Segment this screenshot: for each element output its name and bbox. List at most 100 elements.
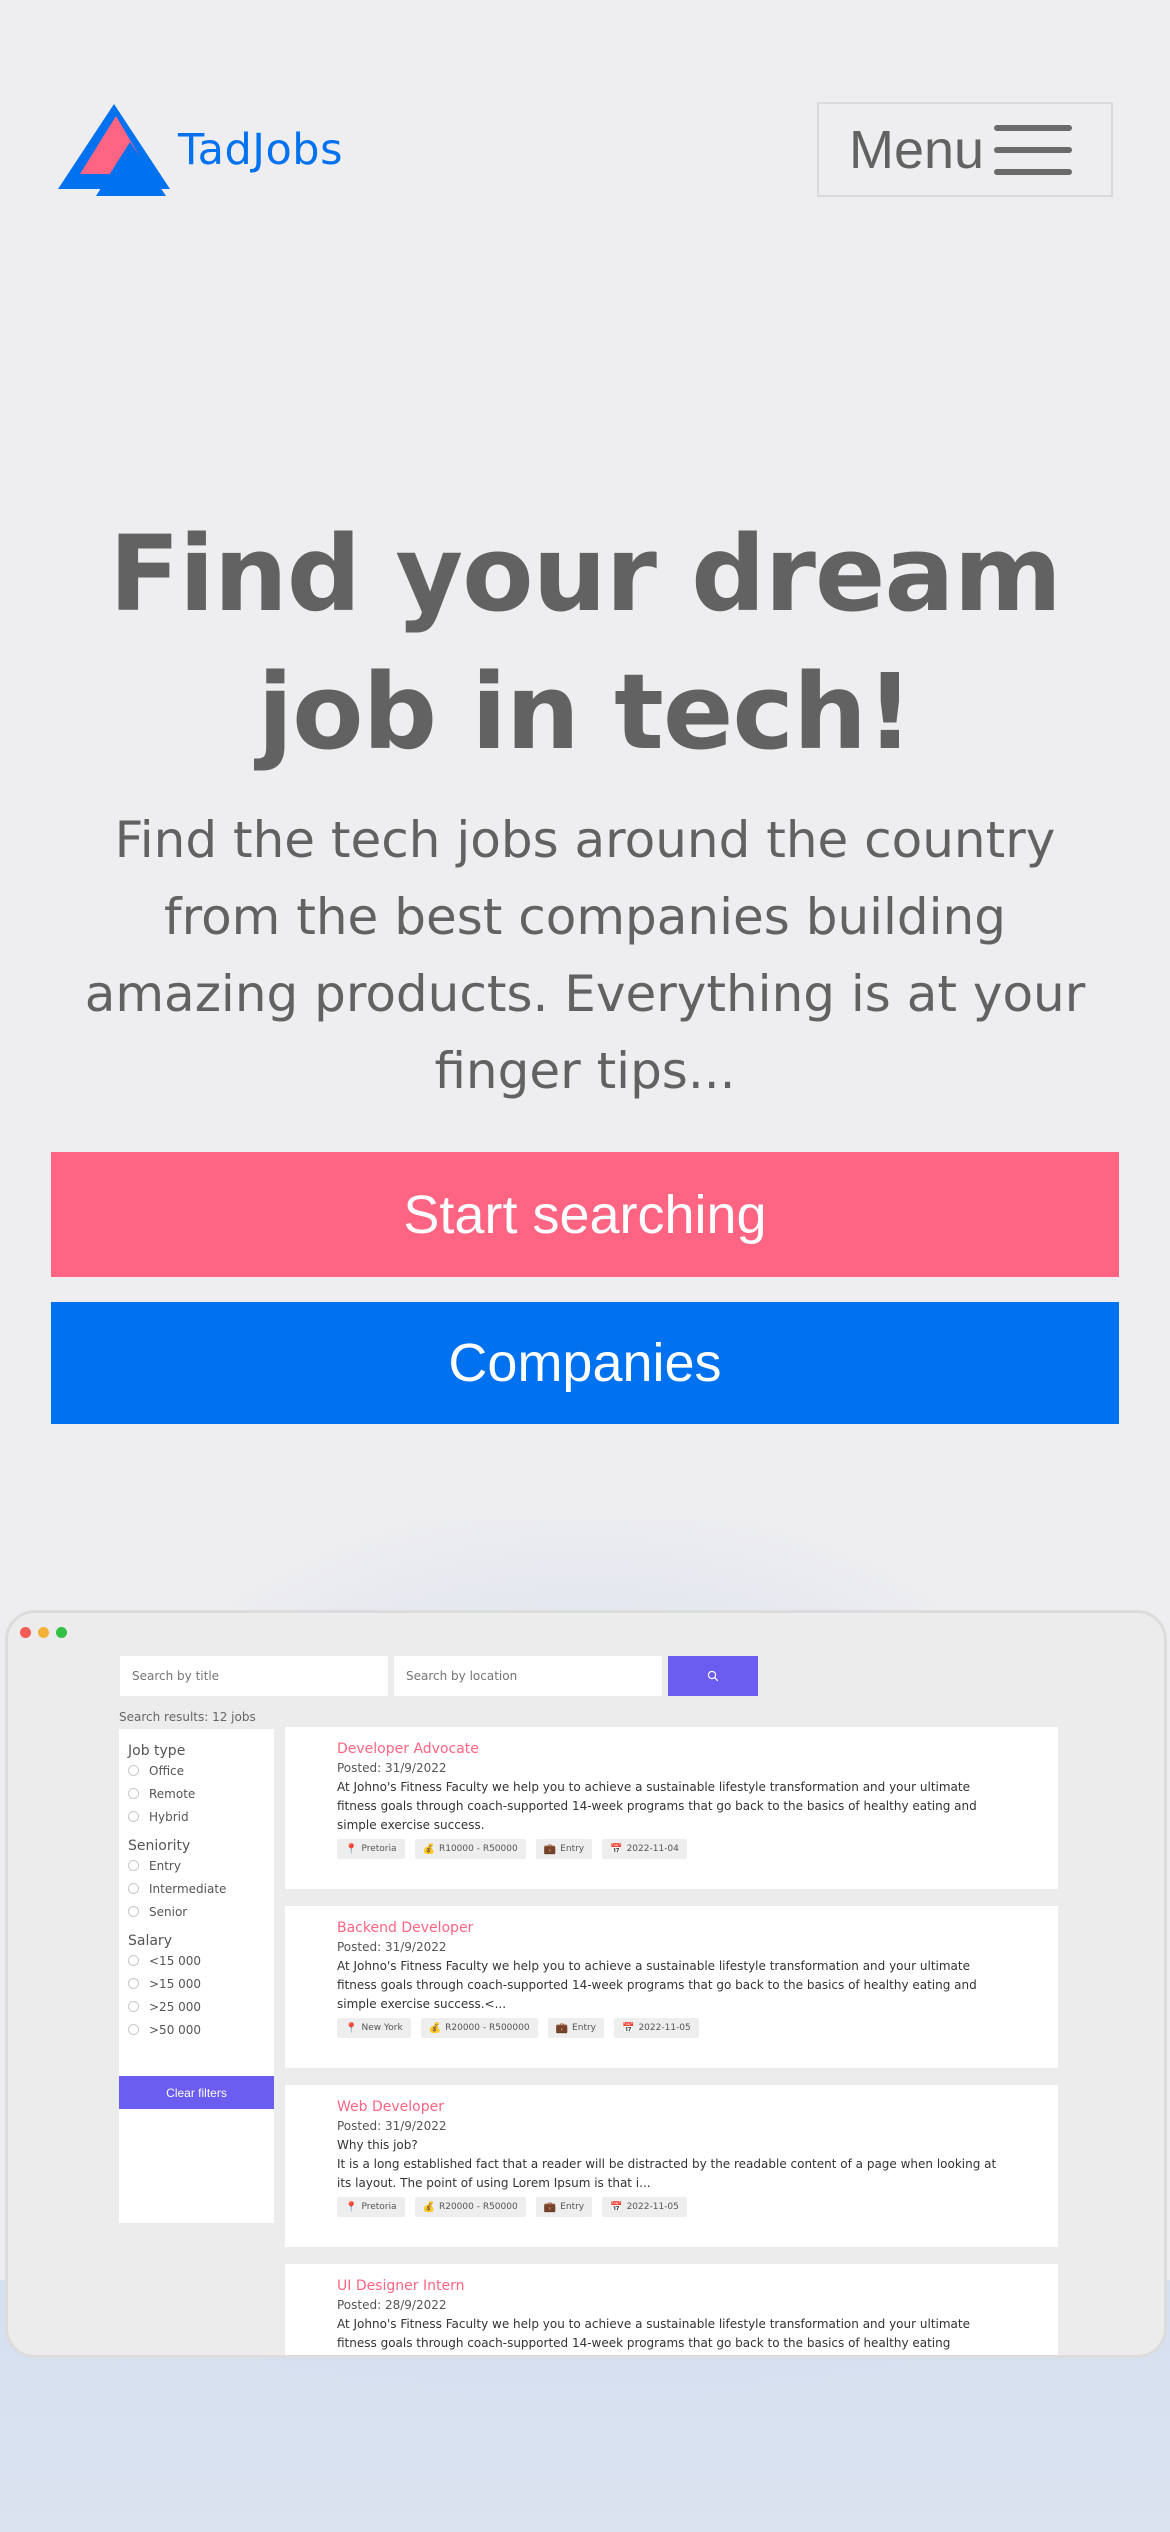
job-tags: 📍 Pretoria 💰 R10000 - R50000 💼 Entry 📅 2022-… [337,1839,1006,1859]
tag-text: R20000 - R50000 [438,2202,518,2212]
calendar-icon: 📅 [610,2201,623,2213]
search-button[interactable] [668,1656,758,1696]
filter-option-remote[interactable]: Remote [128,1782,265,1805]
results-count: Search results: 12 jobs [119,1710,256,1724]
job-description: At Johno's Fitness Faculty we help you t… [337,1780,977,1832]
job-description: At Johno's Fitness Faculty we help you t… [337,2317,970,2350]
companies-button[interactable]: Companies [51,1302,1119,1424]
money-bag-icon: 💰 [422,1843,435,1855]
job-title[interactable]: Backend Developer [337,1920,1006,1936]
filter-option-label: Hybrid [149,1809,189,1824]
close-dot-icon [20,1627,31,1638]
tag-text: R10000 - R50000 [438,1844,518,1854]
salary-tag: 💰 R20000 - R50000 [414,2197,526,2217]
job-posted-date: Posted: 28/9/2022 [337,2298,447,2312]
clear-filters-button[interactable]: Clear filters [119,2076,274,2109]
filter-option-label: Senior [149,1904,188,1919]
tag-text: R20000 - R500000 [445,2023,530,2033]
filter-option-label: >50 000 [149,2022,202,2037]
job-description-detail: It is a long established fact that a rea… [337,2157,997,2190]
calendar-icon: 📅 [622,2022,635,2034]
location-tag: 📍 Pretoria [337,2197,405,2217]
filter-option-entry[interactable]: Entry [128,1854,265,1877]
job-description: Why this job? [337,2138,418,2152]
salary-tag: 💰 R20000 - R500000 [420,2018,538,2038]
landing-page: TadJobs Menu Find your dream job in tech… [0,0,1170,2532]
radio-icon [128,1978,139,1989]
filter-option-label: <15 000 [149,1953,202,1968]
search-icon [707,1670,719,1682]
filter-option-label: Office [149,1763,185,1778]
job-card[interactable]: UI Designer Intern Posted: 28/9/2022 At … [285,2264,1058,2355]
briefcase-icon: 💼 [555,2022,569,2034]
job-posted-date: Posted: 31/9/2022 [337,2119,447,2133]
location-tag: 📍 Pretoria [337,1839,405,1859]
salary-tag: 💰 R10000 - R50000 [414,1839,526,1859]
filter-option-salary-gt15k[interactable]: >15 000 [128,1972,265,1995]
filter-option-intermediate[interactable]: Intermediate [128,1877,265,1900]
money-bag-icon: 💰 [428,2022,442,2034]
job-title[interactable]: Developer Advocate [337,1741,1006,1757]
location-tag: 📍 New York [337,2018,411,2038]
tag-text: Entry [560,2202,585,2212]
job-tags: 📍 New York 💰 R20000 - R500000 💼 Entry 📅 2022… [337,2018,1006,2038]
menu-button[interactable]: Menu [817,102,1113,197]
filter-heading: Job type [128,1743,186,1759]
maximize-dot-icon [56,1627,67,1638]
radio-icon [128,1811,139,1822]
radio-icon [128,2001,139,2012]
filter-option-salary-gt50k[interactable]: >50 000 [128,2018,265,2041]
radio-icon [128,1955,139,1966]
job-tags: 📍 Pretoria 💰 R20000 - R50000 💼 Entry 📅 2022-… [337,2197,1006,2217]
filter-option-label: >25 000 [149,1999,202,2014]
job-card[interactable]: Web Developer Posted: 31/9/2022 Why this… [285,2085,1058,2247]
tag-text: Pretoria [361,1844,397,1854]
tag-text: 2022-11-05 [638,2023,691,2033]
filter-job-type: Job type Office Remote Hybrid [128,1743,265,1828]
tag-text: Entry [560,1844,585,1854]
radio-icon [128,1788,139,1799]
filter-option-office[interactable]: Office [128,1759,265,1782]
radio-icon [128,2024,139,2035]
filter-option-senior[interactable]: Senior [128,1900,265,1923]
filters-panel: Job type Office Remote Hybrid Seniority … [119,1729,274,2223]
brand-name: TadJobs [178,125,343,175]
job-title[interactable]: Web Developer [337,2099,1006,2115]
date-tag: 📅 2022-11-05 [614,2018,699,2038]
filter-salary: Salary <15 000 >15 000 >25 000 >50 000 [128,1933,265,2041]
job-description: At Johno's Fitness Faculty we help you t… [337,1959,977,2011]
filter-heading: Salary [128,1933,172,1949]
job-card[interactable]: Backend Developer Posted: 31/9/2022 At J… [285,1906,1058,2068]
level-tag: 💼 Entry [547,2018,604,2038]
tag-text: 2022-11-04 [626,1844,679,1854]
date-tag: 📅 2022-11-05 [602,2197,687,2217]
search-title-input[interactable] [120,1656,388,1696]
job-title[interactable]: UI Designer Intern [337,2278,1006,2294]
filter-option-salary-gt25k[interactable]: >25 000 [128,1995,265,2018]
date-tag: 📅 2022-11-04 [602,1839,687,1859]
briefcase-icon: 💼 [543,1843,557,1855]
tag-text: Pretoria [361,2202,397,2212]
pin-icon: 📍 [345,1843,358,1855]
start-searching-button[interactable]: Start searching [51,1152,1119,1277]
briefcase-icon: 💼 [543,2201,557,2213]
job-card[interactable]: Developer Advocate Posted: 31/9/2022 At … [285,1727,1058,1889]
job-posted-date: Posted: 31/9/2022 [337,1940,447,1954]
filter-option-hybrid[interactable]: Hybrid [128,1805,265,1828]
radio-icon [128,1765,139,1776]
hero-subtitle: Find the tech jobs around the country fr… [84,811,1086,1100]
radio-icon [128,1860,139,1871]
pin-icon: 📍 [345,2201,358,2213]
filter-option-label: >15 000 [149,1976,202,1991]
level-tag: 💼 Entry [535,1839,593,1859]
brand-logo[interactable]: TadJobs [58,104,343,196]
hero-title: Find your dream job in tech! [109,513,1062,773]
tag-text: Entry [572,2023,596,2033]
radio-icon [128,1883,139,1894]
filter-option-label: Entry [149,1858,181,1873]
calendar-icon: 📅 [610,1843,623,1855]
filter-option-salary-lt15k[interactable]: <15 000 [128,1949,265,1972]
filter-option-label: Remote [149,1786,196,1801]
pin-icon: 📍 [345,2022,358,2034]
search-location-input[interactable] [394,1656,662,1696]
